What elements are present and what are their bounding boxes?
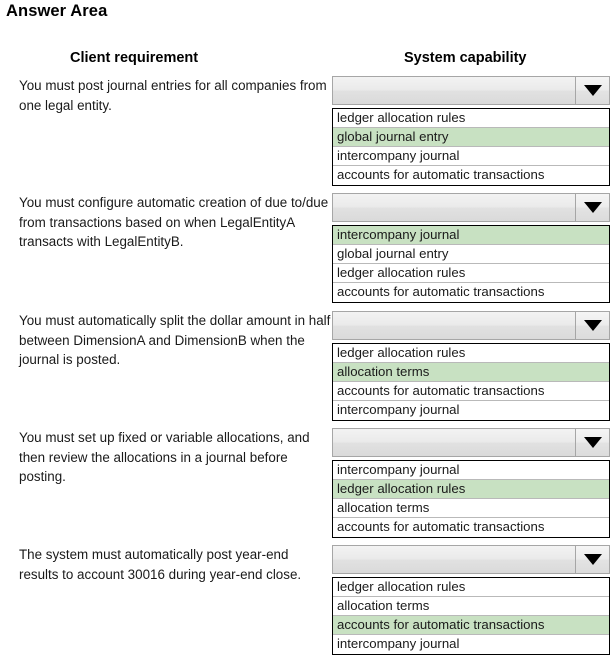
client-requirement-text: The system must automatically post year-… — [19, 547, 302, 582]
dropdown-option[interactable]: intercompany journal — [333, 461, 609, 480]
chevron-down-icon — [583, 554, 602, 565]
column-headers: Client requirement System capability — [0, 50, 616, 72]
dropdown-selected-value[interactable] — [333, 312, 575, 339]
dropdown-option[interactable]: accounts for automatic transactions — [333, 166, 609, 185]
dropdown-option[interactable]: intercompany journal — [333, 635, 609, 654]
matching-row: You must configure automatic creation of… — [0, 193, 616, 309]
dropdown-option[interactable]: allocation terms — [333, 499, 609, 518]
client-requirement-text: You must set up fixed or variable alloca… — [19, 430, 310, 484]
matching-row: You must automatically split the dollar … — [0, 311, 616, 427]
dropdown-option[interactable]: ledger allocation rules — [333, 344, 609, 363]
system-capability-dropdown[interactable]: ledger allocation rules allocation terms a… — [332, 545, 610, 655]
dropdown-toggle-button[interactable] — [575, 77, 609, 104]
chevron-down-icon — [583, 202, 602, 213]
dropdown-option-selected[interactable]: accounts for automatic transactions — [333, 616, 609, 635]
page-title: Answer Area — [6, 2, 108, 20]
dropdown-option-selected[interactable]: intercompany journal — [333, 226, 609, 245]
dropdown-option[interactable]: accounts for automatic transactions — [333, 382, 609, 401]
dropdown-combobox[interactable] — [332, 545, 610, 574]
dropdown-toggle-button[interactable] — [575, 546, 609, 573]
dropdown-option[interactable]: allocation terms — [333, 597, 609, 616]
dropdown-option-list: intercompany journal global journal entry… — [332, 225, 610, 303]
dropdown-option[interactable]: ledger allocation rules — [333, 264, 609, 283]
dropdown-combobox[interactable] — [332, 311, 610, 340]
client-requirement-text: You must automatically split the dollar … — [19, 313, 331, 367]
dropdown-combobox[interactable] — [332, 76, 610, 105]
dropdown-selected-value[interactable] — [333, 429, 575, 456]
dropdown-selected-value[interactable] — [333, 194, 575, 221]
dropdown-option[interactable]: ledger allocation rules — [333, 109, 609, 128]
dropdown-option-selected[interactable]: global journal entry — [333, 128, 609, 147]
matching-row: You must post journal entries for all co… — [0, 76, 616, 192]
dropdown-toggle-button[interactable] — [575, 194, 609, 221]
dropdown-option-list: ledger allocation rules allocation terms a… — [332, 577, 610, 655]
dropdown-option-list: intercompany journal ledger allocation ru… — [332, 460, 610, 538]
system-capability-dropdown[interactable]: intercompany journal global journal entry… — [332, 193, 610, 303]
client-requirement-text: You must configure automatic creation of… — [19, 195, 329, 249]
system-capability-dropdown[interactable]: ledger allocation rules allocation terms a… — [332, 311, 610, 421]
matching-row: The system must automatically post year-… — [0, 545, 616, 661]
chevron-down-icon — [583, 85, 602, 96]
dropdown-selected-value[interactable] — [333, 546, 575, 573]
dropdown-option[interactable]: accounts for automatic transactions — [333, 283, 609, 302]
dropdown-toggle-button[interactable] — [575, 312, 609, 339]
dropdown-option[interactable]: accounts for automatic transactions — [333, 518, 609, 537]
column-header-client-requirement: Client requirement — [70, 50, 199, 66]
dropdown-selected-value[interactable] — [333, 77, 575, 104]
dropdown-combobox[interactable] — [332, 428, 610, 457]
dropdown-option[interactable]: global journal entry — [333, 245, 609, 264]
dropdown-option-list: ledger allocation rules allocation terms a… — [332, 343, 610, 421]
chevron-down-icon — [583, 437, 602, 448]
dropdown-option[interactable]: intercompany journal — [333, 147, 609, 166]
dropdown-option-selected[interactable]: allocation terms — [333, 363, 609, 382]
dropdown-option-list: ledger allocation rules global journal en… — [332, 108, 610, 186]
system-capability-dropdown[interactable]: intercompany journal ledger allocation ru… — [332, 428, 610, 538]
dropdown-option[interactable]: intercompany journal — [333, 401, 609, 420]
client-requirement-text: You must post journal entries for all co… — [19, 78, 327, 113]
chevron-down-icon — [583, 320, 602, 331]
dropdown-combobox[interactable] — [332, 193, 610, 222]
system-capability-dropdown[interactable]: ledger allocation rules global journal en… — [332, 76, 610, 186]
dropdown-option[interactable]: ledger allocation rules — [333, 578, 609, 597]
matching-row: You must set up fixed or variable alloca… — [0, 428, 616, 544]
column-header-system-capability: System capability — [404, 50, 527, 66]
dropdown-toggle-button[interactable] — [575, 429, 609, 456]
dropdown-option-selected[interactable]: ledger allocation rules — [333, 480, 609, 499]
